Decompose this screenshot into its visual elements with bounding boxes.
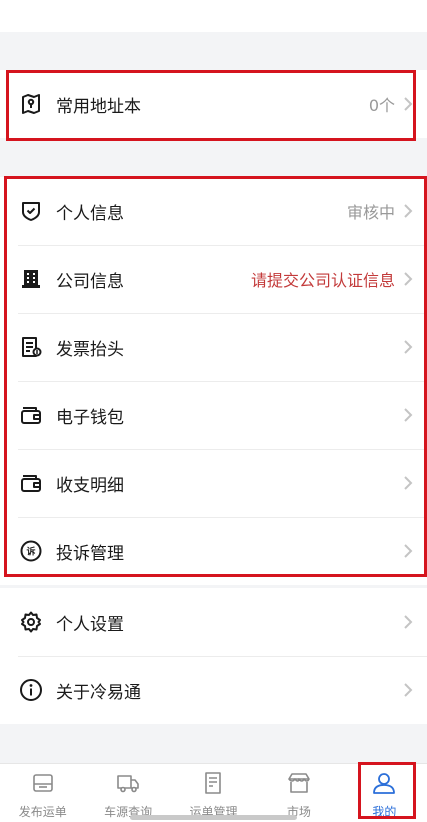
info-icon [18, 677, 44, 703]
tab-bar: 发布运单 车源查询 运单管理 市场 我的 [0, 763, 427, 822]
row-e-wallet[interactable]: 电子钱包 [0, 381, 427, 449]
tab-label: 发布运单 [18, 805, 67, 819]
row-company-info[interactable]: 公司信息 请提交公司认证信息 [0, 245, 427, 313]
shield-check-icon [18, 198, 44, 224]
chevron-right-icon [403, 339, 413, 355]
row-label: 关于冷易通 [56, 682, 141, 703]
svg-text:诉: 诉 [26, 546, 35, 558]
row-label: 公司信息 [56, 271, 124, 292]
building-icon [18, 266, 44, 292]
row-label: 发票抬头 [56, 339, 124, 360]
status-text: 审核中 [346, 203, 395, 222]
chevron-right-icon [403, 682, 413, 698]
chevron-right-icon [403, 271, 413, 287]
tab-publish[interactable]: 发布运单 [0, 764, 85, 822]
account-group: 个人信息 审核中 公司信息 请提交公司认证信息 发票抬头 电子钱包 收支明细 诉… [0, 177, 427, 585]
row-personal-info[interactable]: 个人信息 审核中 [0, 177, 427, 245]
address-group: 常用地址本 0个 [0, 70, 427, 138]
chevron-right-icon [403, 203, 413, 219]
home-indicator [130, 815, 297, 820]
row-income-expense[interactable]: 收支明细 [0, 449, 427, 517]
row-label: 个人设置 [56, 614, 124, 635]
chevron-right-icon [403, 475, 413, 491]
row-complaints[interactable]: 诉 投诉管理 [0, 517, 427, 585]
document-icon [201, 770, 227, 800]
row-label: 投诉管理 [56, 543, 124, 564]
tab-label: 我的 [372, 805, 397, 819]
row-label: 电子钱包 [56, 407, 124, 428]
row-label: 个人信息 [56, 203, 124, 224]
tab-market[interactable]: 市场 [256, 764, 341, 822]
chevron-right-icon [403, 543, 413, 559]
complaint-icon: 诉 [18, 538, 44, 564]
tab-mine[interactable]: 我的 [342, 764, 427, 822]
row-invoice-header[interactable]: 发票抬头 [0, 313, 427, 381]
wallet-icon [18, 470, 44, 496]
row-label: 收支明细 [56, 475, 124, 496]
row-label: 常用地址本 [56, 96, 141, 117]
chevron-right-icon [403, 614, 413, 630]
status-text: 请提交公司认证信息 [250, 271, 395, 290]
row-about[interactable]: 关于冷易通 [0, 656, 427, 724]
publish-icon [30, 770, 56, 800]
store-icon [286, 770, 312, 800]
tab-waybill-management[interactable]: 运单管理 [171, 764, 256, 822]
invoice-icon [18, 334, 44, 360]
user-icon [371, 770, 397, 800]
row-address-book[interactable]: 常用地址本 0个 [0, 70, 427, 138]
row-personal-settings[interactable]: 个人设置 [0, 588, 427, 656]
truck-icon [115, 770, 141, 800]
wallet-icon [18, 402, 44, 428]
chevron-right-icon [403, 96, 413, 112]
tab-vehicle-search[interactable]: 车源查询 [85, 764, 170, 822]
chevron-right-icon [403, 407, 413, 423]
gear-icon [18, 609, 44, 635]
settings-group: 个人设置 关于冷易通 [0, 588, 427, 724]
address-book-icon [18, 91, 44, 117]
top-area [0, 0, 427, 32]
address-count: 0个 [368, 96, 395, 115]
